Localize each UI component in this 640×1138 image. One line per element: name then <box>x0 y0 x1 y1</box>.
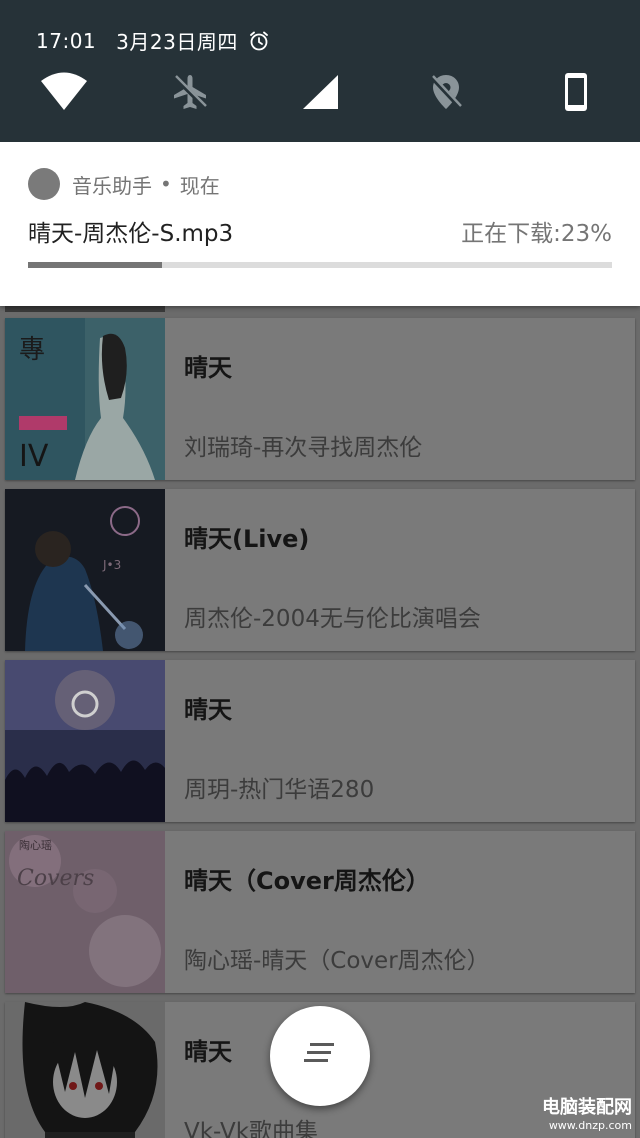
album-cover: 專 IV <box>5 318 165 480</box>
playlist-fab-button[interactable] <box>270 1006 370 1106</box>
download-status: 正在下载:23% <box>461 221 612 247</box>
song-title: 晴天 <box>184 354 232 382</box>
previous-item-edge <box>5 306 165 312</box>
svg-text:Covers: Covers <box>17 866 94 891</box>
song-item[interactable]: 專 IV 晴天 刘瑞琦-再次寻找周杰伦 <box>5 318 635 480</box>
song-artist-album: Vk-Vk歌曲集 <box>184 1119 319 1138</box>
song-title: 晴天（Cover周杰伦） <box>184 867 430 895</box>
song-title: 晴天(Live) <box>184 525 310 553</box>
notification-title: 晴天-周杰伦-S.mp3 <box>28 221 234 247</box>
status-date[interactable]: 3月23日周四 <box>116 26 238 55</box>
download-notification[interactable]: 音乐助手 • 现在 晴天-周杰伦-S.mp3 正在下载:23% <box>0 142 640 306</box>
download-progress-bar <box>28 262 612 268</box>
album-cover: 陶心瑶 Covers <box>5 831 165 993</box>
watermark-line1: 电脑装配网 <box>542 1097 632 1118</box>
notification-separator: • <box>160 172 172 196</box>
status-time: 17:01 <box>36 28 97 53</box>
album-cover <box>5 660 165 822</box>
cellular-signal-icon[interactable] <box>290 62 350 122</box>
playlist-icon <box>304 1043 336 1069</box>
airplane-mode-icon[interactable] <box>160 62 220 122</box>
song-item[interactable]: J•3 晴天(Live) 周杰伦-2004无与伦比演唱会 <box>5 489 635 651</box>
song-artist-album: 陶心瑶-晴天（Cover周杰伦） <box>184 948 490 974</box>
notification-time: 现在 <box>179 173 220 198</box>
svg-text:專: 專 <box>19 335 45 365</box>
svg-text:陶心瑶: 陶心瑶 <box>19 838 52 852</box>
song-title: 晴天 <box>184 1038 232 1066</box>
quick-settings-row <box>0 62 640 122</box>
notification-app-name: 音乐助手 <box>72 173 152 198</box>
song-artist-album: 周杰伦-2004无与伦比演唱会 <box>184 606 481 632</box>
svg-text:J•3: J•3 <box>102 558 121 572</box>
song-item[interactable]: 晴天 周玥-热门华语280 <box>5 660 635 822</box>
app-icon <box>28 168 60 200</box>
download-progress-fill <box>28 262 163 268</box>
svg-text:IV: IV <box>19 439 49 474</box>
wifi-icon[interactable] <box>34 62 94 122</box>
location-off-icon[interactable] <box>416 62 476 122</box>
status-row: 17:01 3月23日周四 <box>36 26 270 55</box>
album-cover <box>5 1002 165 1138</box>
song-title: 晴天 <box>184 696 232 724</box>
phone-rotation-icon[interactable] <box>546 62 606 122</box>
notification-header: 音乐助手 • 现在 <box>28 168 220 200</box>
album-cover: J•3 <box>5 489 165 651</box>
watermark: 电脑装配网 www.dnzp.com <box>542 1093 632 1132</box>
watermark-line2: www.dnzp.com <box>548 1119 632 1132</box>
song-artist-album: 周玥-热门华语280 <box>184 777 375 803</box>
notification-shade-header: 17:01 3月23日周四 <box>0 0 640 142</box>
song-item[interactable]: 陶心瑶 Covers 晴天（Cover周杰伦） 陶心瑶-晴天（Cover周杰伦） <box>5 831 635 993</box>
alarm-clock-icon <box>248 30 270 52</box>
song-artist-album: 刘瑞琦-再次寻找周杰伦 <box>184 435 423 461</box>
